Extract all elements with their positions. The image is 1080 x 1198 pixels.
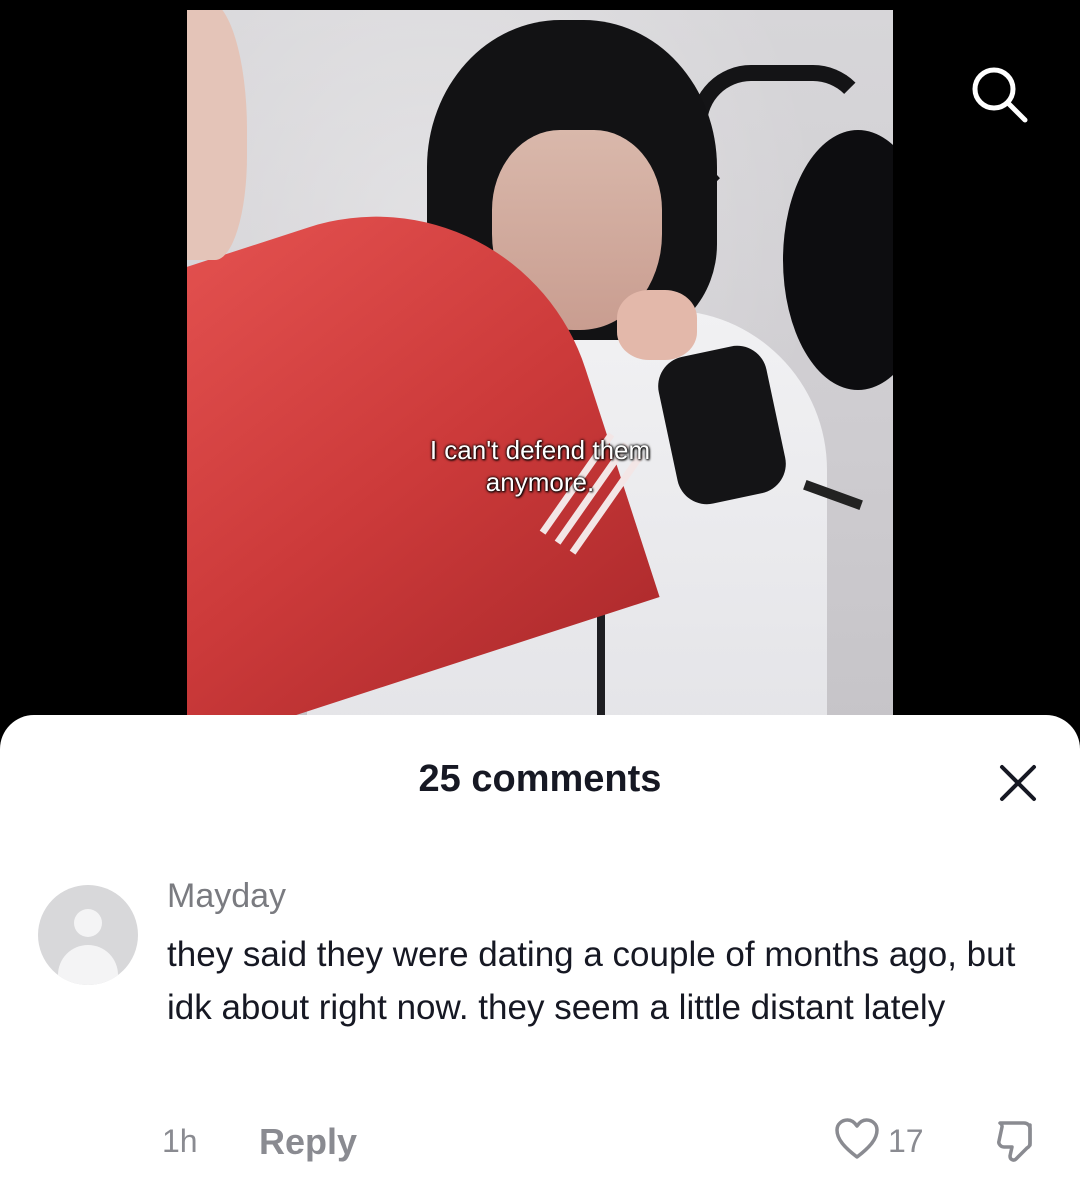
- screen: I can't defend them anymore. 25 comments…: [0, 0, 1080, 1198]
- video-player[interactable]: I can't defend them anymore.: [187, 10, 893, 730]
- default-avatar-icon[interactable]: [38, 885, 138, 985]
- heart-icon[interactable]: [834, 1117, 880, 1161]
- like-count: 17: [888, 1123, 924, 1159]
- comments-sheet: 25 comments Mayday they said they were d…: [0, 715, 1080, 1198]
- video-caption: I can't defend them anymore.: [429, 435, 651, 497]
- comments-count-title: 25 comments: [418, 758, 662, 800]
- search-icon[interactable]: [968, 63, 1030, 125]
- comment-text: they said they were dating a couple of m…: [167, 935, 1016, 1027]
- comment-timestamp: 1h: [162, 1123, 198, 1159]
- close-icon[interactable]: [996, 761, 1040, 805]
- hand: [617, 290, 697, 360]
- comment-username[interactable]: Mayday: [167, 877, 286, 916]
- avatar-head: [74, 909, 102, 937]
- partner-head: [187, 10, 247, 260]
- thumbs-down-icon[interactable]: [994, 1117, 1038, 1163]
- comment-actions: 1h Reply 17: [0, 1117, 1080, 1167]
- avatar-body: [58, 945, 118, 985]
- ring-light-arm: [691, 65, 873, 207]
- reply-button[interactable]: Reply: [259, 1121, 357, 1163]
